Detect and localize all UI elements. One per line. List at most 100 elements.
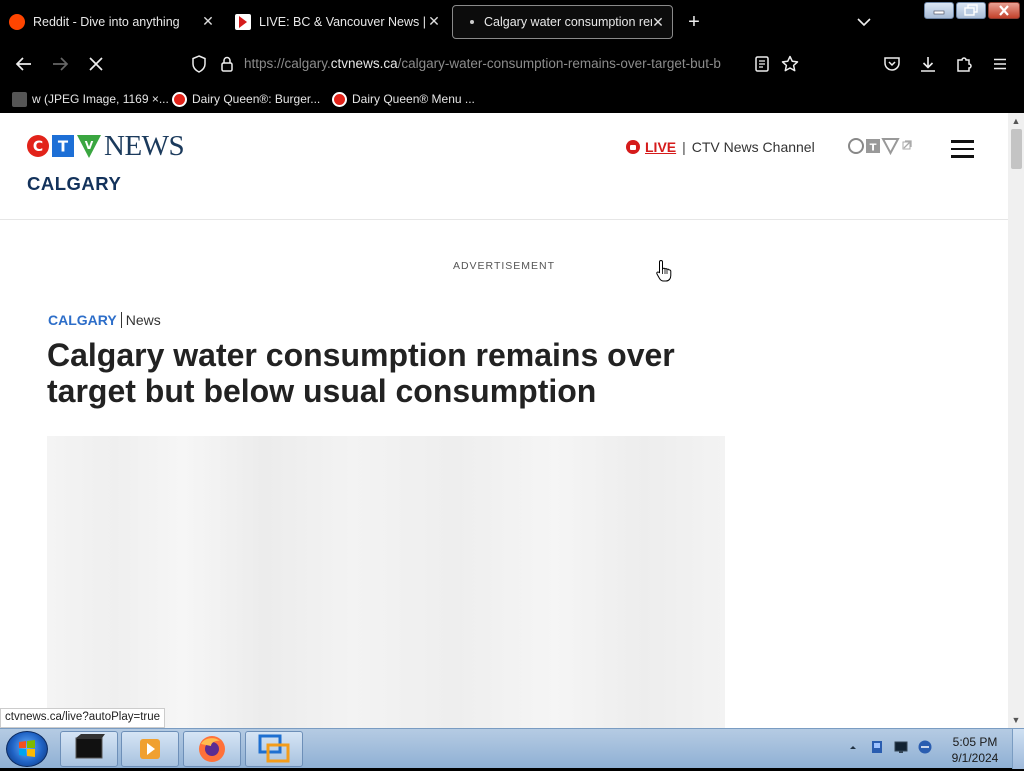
hamburger-menu-icon[interactable] [990,54,1010,74]
shield-icon[interactable] [189,54,209,74]
close-window-button[interactable] [988,2,1020,19]
separator: | [682,139,686,155]
taskbar-app-terminal[interactable] [60,731,118,767]
vertical-scrollbar[interactable]: ▲ ▼ [1008,113,1024,728]
svg-text:C: C [33,139,43,155]
address-bar[interactable]: https://calgary.ctvnews.ca/calgary-water… [180,48,812,80]
media-player-icon [140,739,160,759]
bookmark-dairy-queen-burger[interactable]: Dairy Queen®: Burger... [172,90,320,108]
minimize-button[interactable] [924,2,954,19]
loading-dot-icon [470,20,474,24]
url-path: /calgary-water-consumption-remains-over-… [397,56,721,71]
menu-line [951,155,974,158]
bookmark-label: w (JPEG Image, 1169 ×... [32,92,169,106]
taskbar-app-remote[interactable] [245,731,303,767]
live-link[interactable]: LIVE [645,139,676,155]
taskbar-app-firefox[interactable] [183,731,241,767]
reddit-icon [9,14,25,30]
navigation-toolbar: https://calgary.ctvnews.ca/calgary-water… [0,44,1024,84]
scroll-down-arrow-icon[interactable]: ▼ [1008,713,1024,727]
tab-reddit[interactable]: Reddit - Dive into anything ✕ [0,5,222,39]
speaker-icon[interactable] [917,739,933,755]
image-icon [12,91,27,107]
windows-taskbar: 5:05 PM 9/1/2024 [0,728,1024,769]
hand-pointer-cursor-icon [655,259,673,283]
svg-text:V: V [85,139,94,152]
bookmark-label: Dairy Queen®: Burger... [192,92,321,106]
bookmark-star-icon[interactable] [780,54,800,74]
scroll-up-arrow-icon[interactable]: ▲ [1008,114,1024,128]
stop-loading-icon[interactable] [86,54,106,74]
close-icon[interactable]: ✕ [200,13,216,29]
network-flag-icon[interactable] [869,739,885,755]
article-media-placeholder[interactable] [47,436,725,728]
window-controls [924,2,1020,19]
city-name[interactable]: CALGARY [27,173,121,195]
new-tab-icon[interactable]: + [684,12,704,32]
chevron-up-icon[interactable] [845,739,861,755]
bookmark-jpeg-image[interactable]: w (JPEG Image, 1169 ×... [12,90,169,108]
reader-view-icon[interactable] [752,54,772,74]
tab-bar: Reddit - Dive into anything ✕ LIVE: BC &… [0,0,1024,44]
restore-button[interactable] [956,2,986,19]
live-lock-icon [626,140,640,154]
menu-line [951,140,974,143]
ctv-logo-icon: C T V [27,135,101,158]
clock-time: 5:05 PM [952,735,998,749]
tab-title: Calgary water consumption rem [484,15,652,29]
breadcrumb-section[interactable]: News [126,312,161,328]
ctv-play-icon [235,14,251,30]
chevron-down-icon[interactable] [854,12,874,32]
breadcrumb-city[interactable]: CALGARY [48,312,117,328]
bookmarks-toolbar: w (JPEG Image, 1169 ×... Dairy Queen®: B… [0,84,1024,113]
live-link-group: LIVE | CTV News Channel [626,139,815,155]
close-icon[interactable]: ✕ [650,14,666,30]
dq-icon [172,91,187,107]
remote-desktop-icon [258,734,290,763]
back-arrow-icon[interactable] [14,54,34,74]
taskbar-app-media-player[interactable] [121,731,179,767]
close-icon[interactable]: ✕ [426,13,442,29]
tab-title: LIVE: BC & Vancouver News | W [259,15,425,29]
dq-icon [332,91,347,107]
tab-calgary-water[interactable]: Calgary water consumption rem ✕ [452,5,673,39]
logo-news-text: NEWS [104,129,185,162]
clock-date: 9/1/2024 [951,751,999,765]
ctv-news-logo[interactable]: C T V NEWS [26,129,185,162]
bookmark-dairy-queen-menu[interactable]: Dairy Queen® Menu ... [332,90,475,108]
tab-bc-vancouver-news[interactable]: LIVE: BC & Vancouver News | W ✕ [226,5,448,39]
monitor-app-icon [75,734,105,759]
bookmark-label: Dairy Queen® Menu ... [352,92,475,106]
web-page: C T V NEWS CALGARY LIVE | CTV News Chann… [0,113,1008,728]
taskbar-clock[interactable]: 5:05 PM 9/1/2024 [944,734,1006,766]
svg-text:T: T [870,143,877,154]
ctv-external-link[interactable]: T [848,137,918,156]
tab-title: Reddit - Dive into anything [33,15,180,29]
site-menu-button[interactable] [951,140,974,158]
system-tray [845,739,933,755]
status-bar-link: ctvnews.ca/live?autoPlay=true [0,708,166,728]
url-prefix: https://calgary. [244,56,331,71]
extensions-icon[interactable] [954,54,974,74]
advertisement-label: ADVERTISEMENT [452,260,556,272]
windows-logo-icon [19,740,35,757]
url-text[interactable]: https://calgary.ctvnews.ca/calgary-water… [244,56,749,71]
forward-arrow-icon[interactable] [50,54,70,74]
pocket-icon[interactable] [882,54,902,74]
ctv-news-channel-link[interactable]: CTV News Channel [692,139,815,155]
svg-text:T: T [58,138,69,156]
url-host: ctvnews.ca [330,56,398,71]
scrollbar-thumb[interactable] [1011,129,1022,169]
article-headline: Calgary water consumption remains over t… [47,337,675,409]
start-button[interactable] [6,731,48,767]
display-icon[interactable] [893,739,909,755]
ctv-external-logo-icon: T [848,138,912,156]
menu-line [951,147,974,150]
breadcrumb: CALGARY News [48,312,161,328]
lock-icon[interactable] [217,54,237,74]
firefox-icon [199,736,225,762]
show-desktop-button[interactable] [1012,729,1024,769]
downloads-icon[interactable] [918,54,938,74]
site-header: C T V NEWS CALGARY LIVE | CTV News Chann… [0,113,1008,220]
breadcrumb-divider [120,312,122,328]
